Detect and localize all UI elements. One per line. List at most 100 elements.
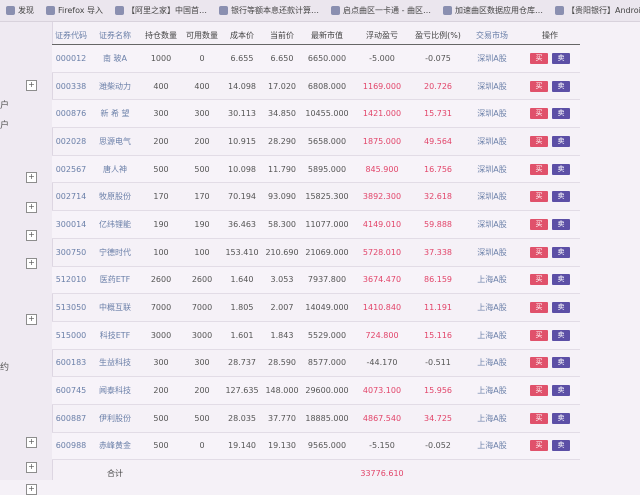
bookmark-item[interactable]: 【阿里之家】中国首… — [115, 5, 207, 16]
cell-market: 深圳A股 — [464, 210, 520, 239]
cell-name[interactable]: 南 玻A — [90, 44, 140, 73]
cell-name[interactable]: 亿纬锂能 — [90, 210, 140, 239]
cell-code[interactable]: 515000 — [52, 321, 90, 350]
cell-actions: 买卖 — [520, 432, 580, 461]
sell-button[interactable]: 卖 — [552, 329, 570, 341]
bookmark-label: 发现 — [18, 6, 34, 15]
bookmark-item[interactable]: 启点曲区一卡通 - 曲区… — [331, 5, 431, 16]
header-qty: 持仓数量 — [140, 26, 182, 45]
sell-button[interactable]: 卖 — [552, 108, 570, 120]
cell-market-value: 29600.000 — [302, 376, 352, 405]
cell-name[interactable]: 生益科技 — [90, 349, 140, 378]
sell-button[interactable]: 卖 — [552, 191, 570, 203]
expand-icon[interactable]: + — [26, 314, 37, 325]
expand-icon[interactable]: + — [26, 230, 37, 241]
cell-code[interactable]: 000012 — [52, 44, 90, 73]
bookmark-label: 加速曲区数据应用仓库… — [455, 6, 544, 15]
buy-button[interactable]: 买 — [530, 302, 548, 314]
cell-name[interactable]: 思源电气 — [90, 127, 140, 156]
sell-button[interactable]: 卖 — [552, 218, 570, 230]
sell-button[interactable]: 卖 — [552, 302, 570, 314]
buy-button[interactable]: 买 — [530, 163, 548, 175]
cell-code[interactable]: 513050 — [52, 293, 90, 322]
cell-code[interactable]: 600988 — [52, 432, 90, 461]
buy-button[interactable]: 买 — [530, 412, 548, 424]
expand-icon[interactable]: + — [26, 202, 37, 213]
expand-icon[interactable]: + — [26, 172, 37, 183]
expand-icon[interactable]: + — [26, 437, 37, 448]
cell-market-value: 14049.000 — [302, 293, 352, 322]
cell-name[interactable]: 赤峰黄金 — [90, 432, 140, 461]
cell-name[interactable]: 宁德时代 — [90, 238, 140, 267]
sell-button[interactable]: 卖 — [552, 357, 570, 369]
sell-button[interactable]: 卖 — [552, 274, 570, 286]
buy-button[interactable]: 买 — [530, 80, 548, 92]
cell-code[interactable]: 300750 — [52, 238, 90, 267]
buy-button[interactable]: 买 — [530, 246, 548, 258]
cell-name[interactable]: 牧原股份 — [90, 182, 140, 212]
cell-code[interactable]: 600745 — [52, 376, 90, 405]
cell-code[interactable]: 000876 — [52, 99, 90, 129]
cell-qty: 190 — [140, 210, 182, 239]
cell-code[interactable]: 300014 — [52, 210, 90, 239]
cell-name[interactable]: 唐人神 — [90, 155, 140, 184]
cell-price: 11.790 — [262, 155, 302, 184]
buy-button[interactable]: 买 — [530, 274, 548, 286]
buy-button[interactable]: 买 — [530, 329, 548, 341]
cell-qty: 3000 — [140, 321, 182, 350]
cell-actions: 买卖 — [520, 293, 580, 322]
cell-name[interactable]: 医药ETF — [90, 266, 140, 295]
bookmark-item[interactable]: 【贵阳银行】Android… — [555, 5, 640, 16]
cell-market-value: 9565.000 — [302, 432, 352, 461]
sell-button[interactable]: 卖 — [552, 135, 570, 147]
sell-button[interactable]: 卖 — [552, 412, 570, 424]
bookmark-item[interactable]: 加速曲区数据应用仓库… — [443, 5, 543, 16]
bookmark-item[interactable]: 发现 — [6, 5, 34, 16]
cell-price: 17.020 — [262, 72, 302, 101]
cell-code[interactable]: 600183 — [52, 349, 90, 378]
cell-code[interactable]: 512010 — [52, 266, 90, 295]
expand-icon[interactable]: + — [26, 258, 37, 269]
positions-table: 证券代码 证券名称 持仓数量 可用数量 成本价 当前价 最新市值 浮动盈亏 盈亏… — [52, 26, 580, 487]
buy-button[interactable]: 买 — [530, 218, 548, 230]
cell-pnl-pct: 49.564 — [412, 127, 464, 156]
buy-button[interactable]: 买 — [530, 385, 548, 397]
cell-pnl: 3674.470 — [352, 266, 412, 295]
cell-name[interactable]: 伊利股份 — [90, 404, 140, 433]
cell-code[interactable]: 000338 — [52, 72, 90, 101]
buy-button[interactable]: 买 — [530, 108, 548, 120]
sell-button[interactable]: 卖 — [552, 52, 570, 64]
cell-name[interactable]: 科技ETF — [90, 321, 140, 350]
cell-name[interactable]: 新 希 望 — [90, 99, 140, 129]
sell-button[interactable]: 卖 — [552, 440, 570, 452]
sell-button[interactable]: 卖 — [552, 80, 570, 92]
cell-name[interactable]: 潍柴动力 — [90, 72, 140, 101]
bookmark-item[interactable]: 银行等额本息还款计算… — [219, 5, 319, 16]
cell-code[interactable]: 002028 — [52, 127, 90, 156]
bookmark-item[interactable]: Firefox 导入 — [46, 5, 103, 16]
cell-code[interactable]: 002567 — [52, 155, 90, 184]
expand-icon[interactable]: + — [26, 80, 37, 91]
sell-button[interactable]: 卖 — [552, 385, 570, 397]
cell-avail: 2600 — [182, 266, 222, 295]
cell-code[interactable]: 600887 — [52, 404, 90, 433]
bookmarks-bar: 发现 Firefox 导入 【阿里之家】中国首… 银行等额本息还款计算… 启点曲区一卡通… — [0, 0, 640, 22]
cell-name[interactable]: 闻泰科技 — [90, 376, 140, 405]
buy-button[interactable]: 买 — [530, 440, 548, 452]
cell-code[interactable]: 002714 — [52, 182, 90, 212]
header-avail: 可用数量 — [182, 26, 222, 45]
sell-button[interactable]: 卖 — [552, 163, 570, 175]
buy-button[interactable]: 买 — [530, 191, 548, 203]
buy-button[interactable]: 买 — [530, 135, 548, 147]
buy-button[interactable]: 买 — [530, 52, 548, 64]
expand-icon[interactable]: + — [26, 462, 37, 473]
cell-qty: 300 — [140, 349, 182, 378]
cell-cost: 1.640 — [222, 266, 262, 295]
expand-icon[interactable]: + — [26, 484, 37, 495]
page-icon — [115, 6, 125, 15]
cell-price: 210.690 — [262, 238, 302, 267]
sell-button[interactable]: 卖 — [552, 246, 570, 258]
cell-avail: 3000 — [182, 321, 222, 350]
cell-name[interactable]: 中概互联 — [90, 293, 140, 322]
buy-button[interactable]: 买 — [530, 357, 548, 369]
